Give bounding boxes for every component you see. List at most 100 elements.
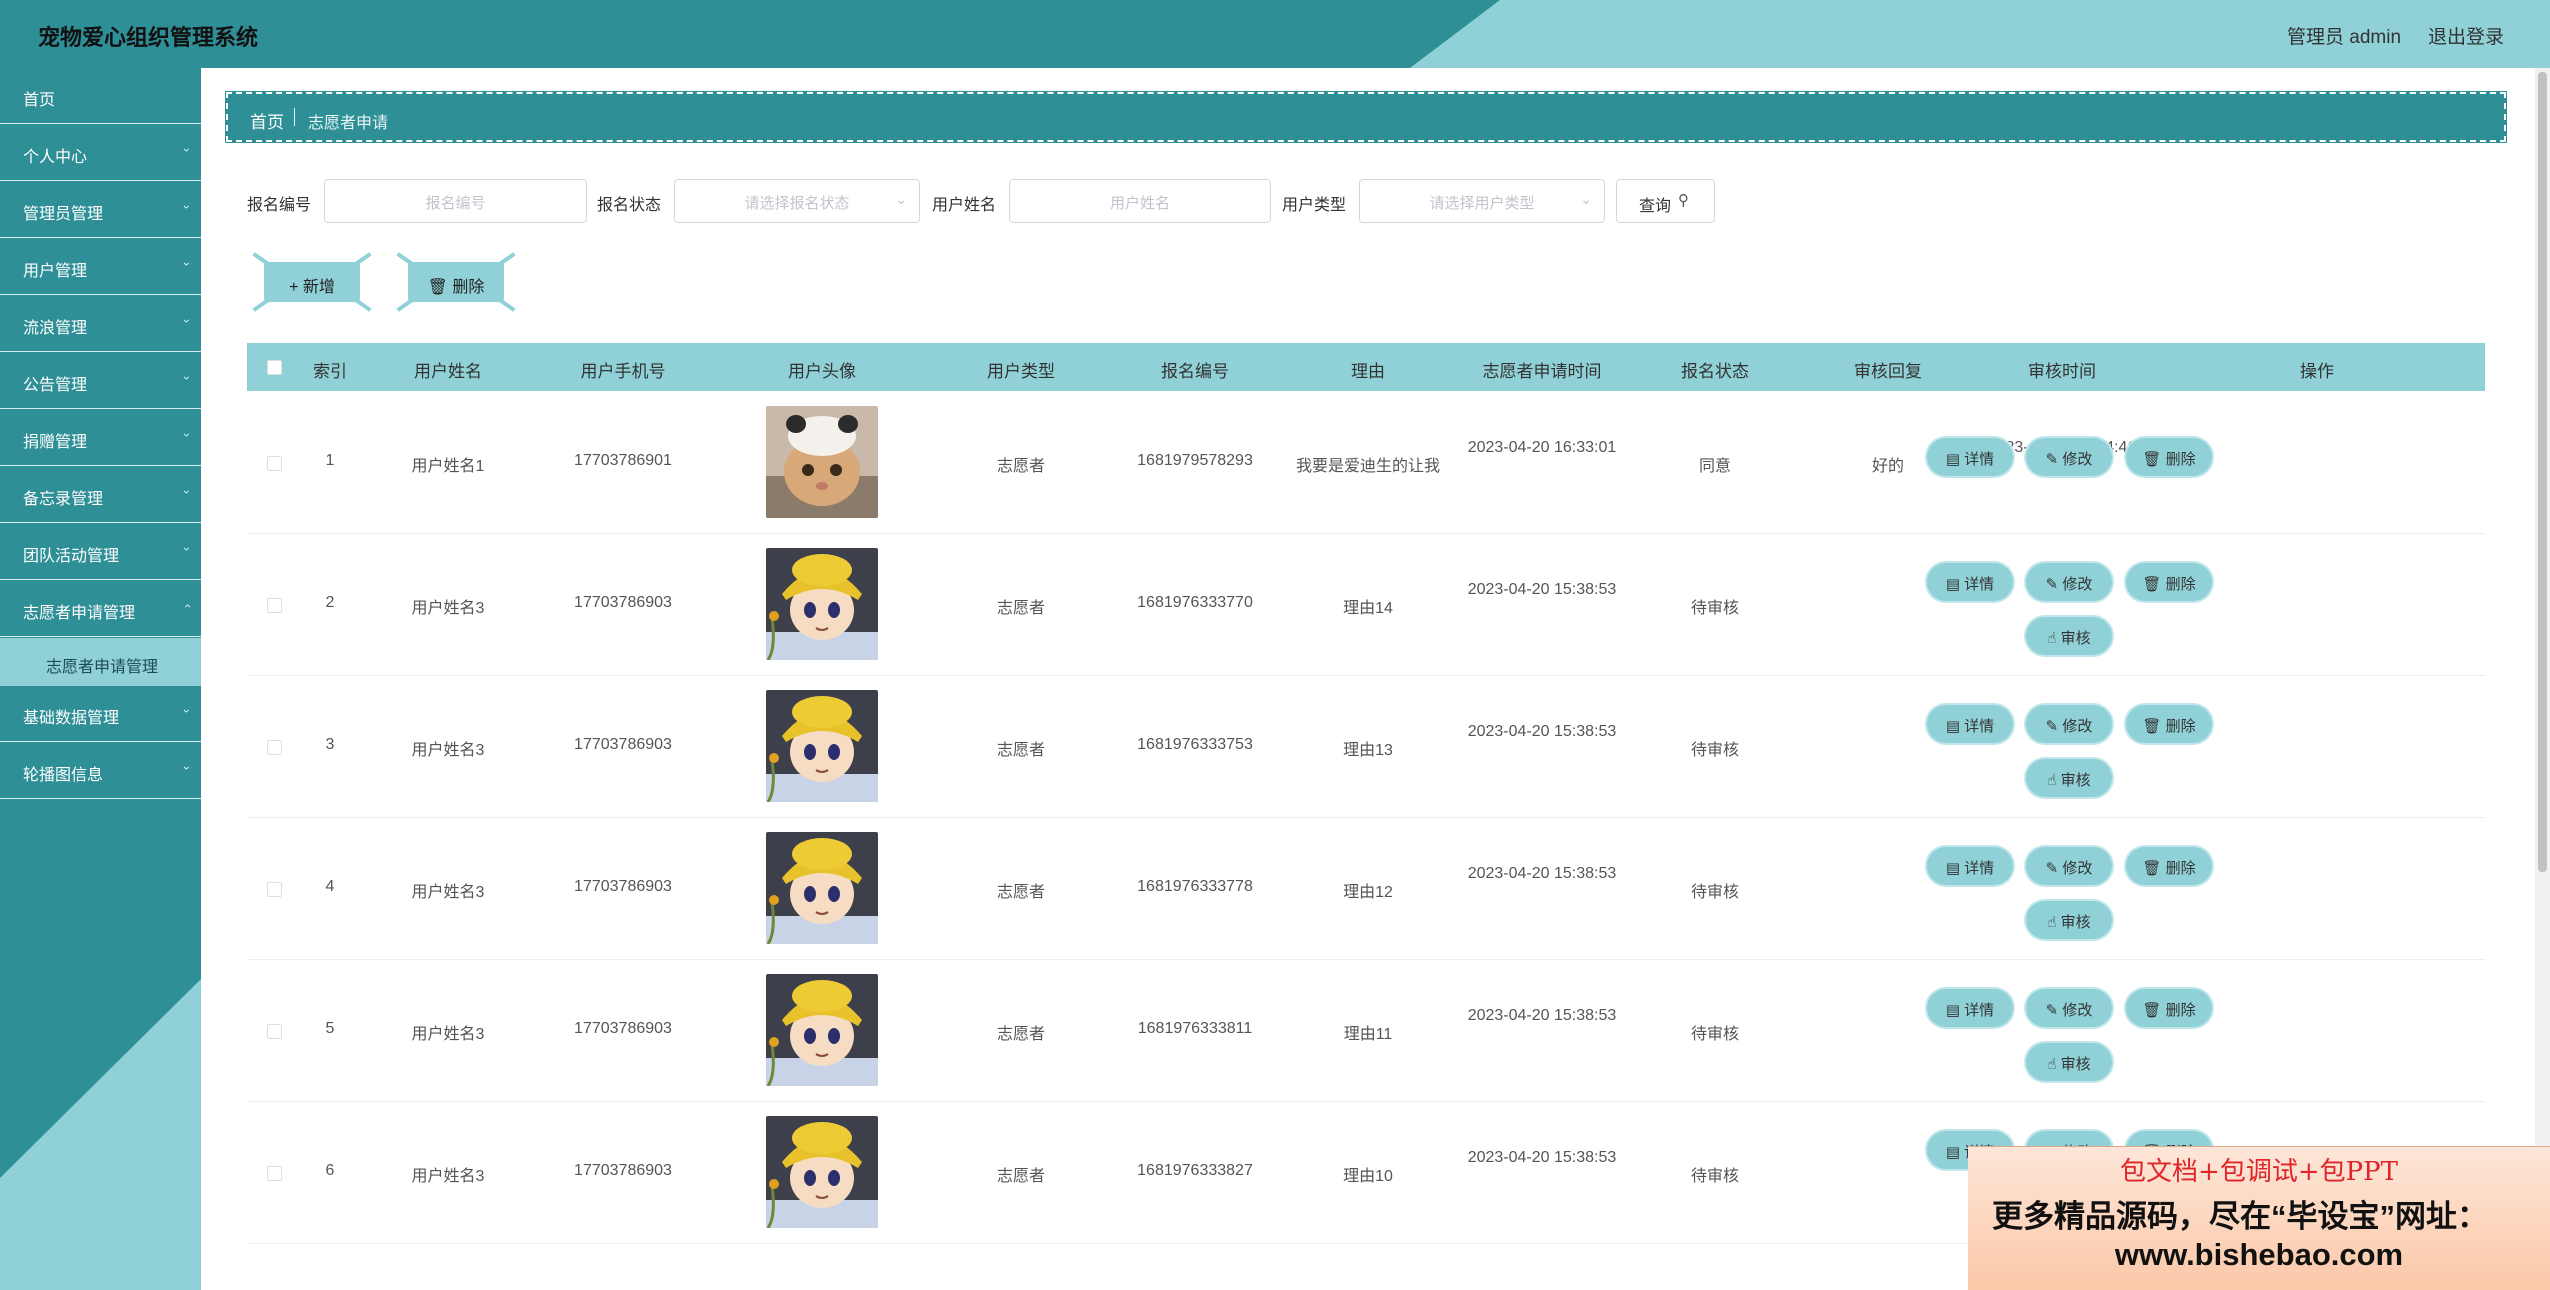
document-icon: ▤	[1945, 576, 1960, 593]
sidebar-item-volunteer-application[interactable]: 志愿者申请管理 ›	[0, 581, 201, 637]
edit-button-label: 修改	[2062, 860, 2093, 877]
cell-phone: 17703786901	[574, 452, 672, 469]
column-header: 操作	[2300, 362, 2334, 381]
sidebar-item-home[interactable]: 首页	[0, 68, 201, 124]
row-checkbox[interactable]	[267, 1024, 282, 1039]
sidebar-item-donation-management[interactable]: 捐赠管理 ›	[0, 410, 201, 466]
edit-button[interactable]: ✎ 修改	[2026, 705, 2112, 743]
search-label-name: 用户姓名	[932, 197, 997, 214]
delete-button-label: 删除	[2165, 1002, 2196, 1019]
select-all-checkbox[interactable]	[267, 360, 282, 375]
search-input-name[interactable]: 用户姓名	[1009, 179, 1271, 223]
search-select-status[interactable]: 请选择报名状态 ⌄	[674, 179, 920, 223]
cell-user-type: 志愿者	[996, 1168, 1046, 1185]
user-avatar-image	[766, 832, 878, 944]
cell-review-reply: 好的	[1871, 458, 1905, 475]
scrollbar-thumb[interactable]	[2538, 72, 2547, 872]
edit-button[interactable]: ✎ 修改	[2026, 438, 2112, 476]
add-button[interactable]: + 新增	[252, 252, 372, 312]
sidebar-item-stray-management[interactable]: 流浪管理 ›	[0, 296, 201, 352]
sidebar-item-user-management[interactable]: 用户管理 ›	[0, 239, 201, 295]
delete-button[interactable]: 🗑 删除	[2126, 438, 2212, 476]
column-header: 志愿者申请时间	[1482, 362, 1602, 381]
query-button[interactable]: 查询 ⚲	[1616, 179, 1715, 223]
edit-button[interactable]: ✎ 修改	[2026, 989, 2112, 1027]
search-input-code[interactable]: 报名编号	[324, 179, 587, 223]
detail-button[interactable]: ▤ 详情	[1927, 847, 2013, 885]
sidebar-item-label: 流浪管理	[23, 320, 88, 337]
sidebar-item-notice-management[interactable]: 公告管理 ›	[0, 353, 201, 409]
user-avatar-image	[766, 974, 878, 1086]
thumb-up-icon: ☝	[2047, 772, 2057, 789]
sidebar-item-basic-data[interactable]: 基础数据管理 ›	[0, 686, 201, 742]
sidebar-item-team-activity[interactable]: 团队活动管理 ›	[0, 524, 201, 580]
cell-signup-code: 1681976333753	[1137, 736, 1253, 753]
promo-watermark: 包文档+包调试+包PPT 更多精品源码，尽在“毕设宝”网址： www.bishe…	[1968, 1146, 2550, 1290]
delete-button-label: 删除	[2165, 860, 2196, 877]
review-button[interactable]: ☝ 审核	[2026, 1043, 2112, 1081]
button-decoration	[252, 252, 270, 266]
column-header: 审核回复	[1854, 362, 1922, 381]
sidebar-item-label: 基础数据管理	[23, 710, 120, 727]
sidebar-item-label: 管理员管理	[23, 206, 104, 223]
edit-button[interactable]: ✎ 修改	[2026, 847, 2112, 885]
edit-button[interactable]: ✎ 修改	[2026, 563, 2112, 601]
chevron-down-icon: ›	[180, 319, 194, 323]
delete-button[interactable]: 🗑 删除	[2126, 705, 2212, 743]
review-button-label: 审核	[2060, 914, 2091, 931]
detail-button[interactable]: ▤ 详情	[1927, 705, 2013, 743]
delete-button[interactable]: 🗑 删除	[2126, 989, 2212, 1027]
document-icon: ▤	[1945, 1144, 1960, 1161]
cell-signup-code: 1681976333827	[1137, 1162, 1253, 1179]
cell-user-name: 用户姓名3	[411, 1168, 485, 1185]
trash-icon: 🗑	[2142, 1002, 2162, 1019]
row-checkbox[interactable]	[267, 598, 282, 613]
logout-link[interactable]: 退出登录	[2428, 22, 2504, 49]
table-row: 2 用户姓名3 17703786903 志愿者 1681976333770 理由14 202…	[247, 534, 2485, 676]
delete-button[interactable]: 🗑 删除	[2126, 563, 2212, 601]
detail-button[interactable]: ▤ 详情	[1927, 989, 2013, 1027]
sidebar-item-memo-management[interactable]: 备忘录管理 ›	[0, 467, 201, 523]
button-decoration	[354, 252, 372, 266]
breadcrumb-home[interactable]: 首页	[250, 108, 284, 133]
sidebar-item-label: 首页	[23, 92, 56, 109]
button-decoration	[498, 252, 516, 266]
column-header: 用户姓名	[414, 362, 482, 381]
user-avatar-image	[766, 548, 878, 660]
detail-button[interactable]: ▤ 详情	[1927, 438, 2013, 476]
pencil-icon: ✎	[2045, 576, 2059, 593]
row-checkbox[interactable]	[267, 1166, 282, 1181]
search-label-type: 用户类型	[1282, 197, 1347, 214]
cell-signup-code: 1681976333811	[1137, 1020, 1253, 1037]
row-checkbox[interactable]	[267, 456, 282, 471]
cell-status: 待审核	[1690, 1026, 1740, 1043]
sidebar-item-carousel[interactable]: 轮播图信息 ›	[0, 743, 201, 799]
row-checkbox[interactable]	[267, 882, 282, 897]
review-button[interactable]: ☝ 审核	[2026, 901, 2112, 939]
sidebar-item-admin-management[interactable]: 管理员管理 ›	[0, 182, 201, 238]
column-header: 用户类型	[987, 362, 1055, 381]
cell-index: 4	[325, 878, 335, 895]
review-button[interactable]: ☝ 审核	[2026, 759, 2112, 797]
search-input-placeholder: 报名编号	[425, 195, 486, 212]
sidebar-item-personal-center[interactable]: 个人中心 ›	[0, 125, 201, 181]
breadcrumb-separator	[294, 108, 295, 126]
delete-button[interactable]: 🗑 删除	[2126, 847, 2212, 885]
column-header: 理由	[1351, 362, 1385, 381]
query-button-label: 查询	[1639, 198, 1672, 215]
sidebar-item-label: 个人中心	[23, 149, 88, 166]
page-scrollbar[interactable]	[2535, 68, 2550, 1290]
review-button[interactable]: ☝ 审核	[2026, 617, 2112, 655]
promo-line-1: 包文档+包调试+包PPT	[2120, 1157, 2398, 1187]
sidebar-subitem-volunteer-application[interactable]: 志愿者申请管理	[0, 638, 201, 686]
sidebar: 首页 个人中心 › 管理员管理 › 用户管理 › 流浪管理 › 公告管理 › 捐…	[0, 68, 201, 1290]
button-decoration	[498, 298, 516, 312]
detail-button[interactable]: ▤ 详情	[1927, 563, 2013, 601]
cell-reason: 理由13	[1343, 742, 1393, 759]
cell-phone: 17703786903	[574, 594, 672, 611]
search-select-type[interactable]: 请选择用户类型 ⌄	[1359, 179, 1605, 223]
cell-apply-time: 2023-04-20 15:38:53	[1467, 1007, 1617, 1024]
row-checkbox[interactable]	[267, 740, 282, 755]
review-button-label: 审核	[2060, 1056, 2091, 1073]
batch-delete-button[interactable]: 🗑 删除	[396, 252, 516, 312]
